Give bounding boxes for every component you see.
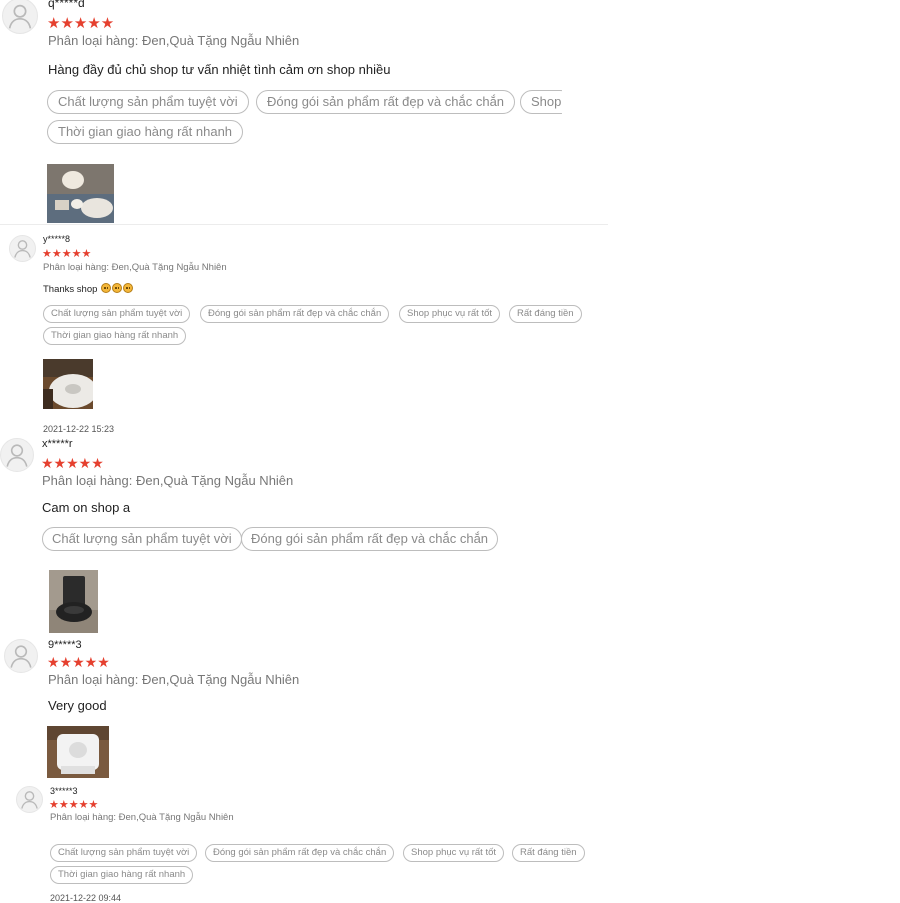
user-avatar-icon[interactable] [16,786,43,813]
reviewer-username: x*****r [42,438,73,450]
review-comment: Cam on shop a [42,500,131,515]
product-variant: Phân loại hàng: Đen,Quà Tặng Ngẫu Nhiên [48,33,300,48]
star-rating: ★★★★★ [47,15,115,32]
review-timestamp: 2021-12-22 09:44 [50,893,122,903]
review-tag: Đóng gói sản phẩm rất đẹp và chắc chắn [205,844,395,862]
review-divider [0,224,608,225]
reviewer-username: 9*****3 [48,639,82,651]
review-comment: Hàng đầy đủ chủ shop tư vấn nhiệt tình c… [48,62,391,77]
smiling-face-emoji [101,283,112,293]
review-tag: Rất đáng tiền [512,844,585,862]
user-avatar-icon[interactable] [4,639,38,673]
review-tag: Chất lượng sản phẩm tuyệt vời [42,527,242,551]
smiling-face-emoji [123,283,134,293]
review-photo[interactable] [49,570,98,633]
product-variant: Phân loại hàng: Đen,Quà Tặng Ngẫu Nhiên [50,812,234,823]
review-comment: Thanks shop [43,283,134,295]
review-tag: Thời gian giao hàng rất nhanh [50,866,194,884]
review-photo[interactable] [43,359,93,409]
review-tag: Shop phục vụ rất tốt [399,305,501,323]
user-avatar-icon[interactable] [0,438,34,472]
review-tag: Thời gian giao hàng rất nhanh [47,120,244,144]
review-tag: Shop phục vụ rất tốt [403,844,505,862]
review-tag: Chất lượng sản phẩm tuyệt vời [43,305,191,323]
product-variant: Phân loại hàng: Đen,Quà Tặng Ngẫu Nhiên [43,262,227,273]
review-timestamp: 2021-12-22 15:23 [43,424,115,434]
star-rating: ★★★★★ [47,654,110,670]
user-avatar-icon[interactable] [2,0,38,34]
review-comment: Very good [48,698,107,713]
review-tag: Chất lượng sản phẩm tuyệt vời [47,90,249,114]
star-rating: ★★★★★ [41,455,104,471]
user-avatar-icon[interactable] [9,235,36,262]
star-rating: ★★★★★ [42,248,92,260]
review-tag: Thời gian giao hàng rất nhanh [43,327,187,345]
product-variant: Phân loại hàng: Đen,Quà Tặng Ngẫu Nhiên [48,672,300,687]
reviewer-username: 3*****3 [50,786,78,796]
review-tag: Đóng gói sản phẩm rất đẹp và chắc chắn [200,305,390,323]
review-tag: Đóng gói sản phẩm rất đẹp và chắc chắn [241,527,499,551]
review-tag: Rất đáng tiền [509,305,582,323]
product-variant: Phân loại hàng: Đen,Quà Tặng Ngẫu Nhiên [42,473,294,488]
star-rating: ★★★★★ [49,799,99,811]
reviewer-username: y*****8 [43,234,71,244]
review-photo[interactable] [47,164,114,223]
review-photo[interactable] [47,726,109,778]
review-tag: Shop [520,90,562,114]
reviewer-username: q*****d [48,0,85,10]
review-tag: Chất lượng sản phẩm tuyệt vời [50,844,198,862]
smiling-face-emoji [112,283,123,293]
review-tag: Đóng gói sản phẩm rất đẹp và chắc chắn [256,90,516,114]
